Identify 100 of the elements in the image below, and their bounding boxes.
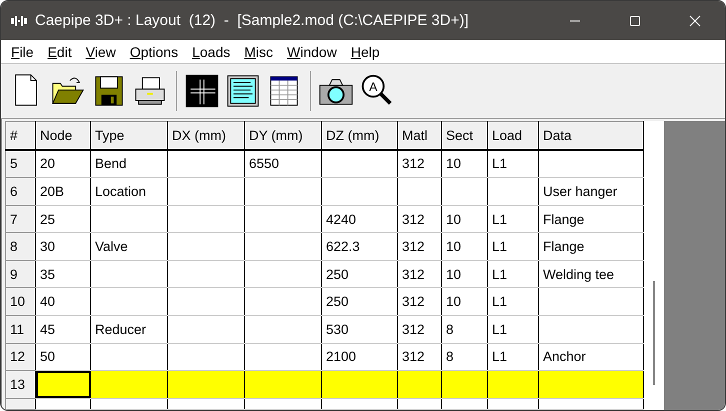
- table-cell[interactable]: [442, 370, 488, 398]
- table-cell[interactable]: 622.3: [322, 232, 398, 260]
- row-header[interactable]: 8: [6, 232, 36, 260]
- table-cell[interactable]: 25: [36, 205, 90, 233]
- table-cell[interactable]: L1: [488, 232, 538, 260]
- table-cell[interactable]: 10: [442, 260, 488, 288]
- active-cell[interactable]: [36, 370, 90, 398]
- column-header[interactable]: DZ (mm): [322, 122, 398, 150]
- table-cell[interactable]: [244, 370, 322, 398]
- table-cell[interactable]: 312: [398, 232, 442, 260]
- table-cell[interactable]: 312: [398, 260, 442, 288]
- table-cell[interactable]: L1: [488, 288, 538, 316]
- table-cell[interactable]: [398, 178, 442, 206]
- table-cell[interactable]: 6550: [244, 150, 322, 178]
- row-header[interactable]: 6: [6, 178, 36, 206]
- crosshair-icon[interactable]: [183, 72, 221, 110]
- menu-item[interactable]: File: [4, 44, 41, 60]
- menu-item[interactable]: Help: [344, 44, 387, 60]
- table-cell[interactable]: L1: [488, 260, 538, 288]
- table-cell[interactable]: [90, 205, 168, 233]
- menu-item[interactable]: Window: [280, 44, 344, 60]
- table-cell[interactable]: Flange: [538, 205, 644, 233]
- table-cell[interactable]: Welding tee: [538, 260, 644, 288]
- table-cell[interactable]: [398, 370, 442, 398]
- table-cell[interactable]: 312: [398, 288, 442, 316]
- table-cell[interactable]: Bend: [90, 150, 168, 178]
- table-cell[interactable]: 312: [398, 315, 442, 344]
- table-cell[interactable]: [322, 370, 398, 398]
- column-header[interactable]: Matl: [398, 122, 442, 150]
- table-cell[interactable]: 10: [442, 288, 488, 316]
- table-cell[interactable]: [168, 232, 244, 260]
- table-cell[interactable]: [168, 205, 244, 233]
- table-cell[interactable]: [168, 315, 244, 344]
- table-cell[interactable]: [168, 178, 244, 206]
- row-header[interactable]: 9: [6, 260, 36, 288]
- row-header[interactable]: 13: [6, 370, 36, 398]
- table-cell[interactable]: [538, 370, 644, 398]
- menu-item[interactable]: View: [78, 44, 123, 60]
- column-header[interactable]: #: [6, 122, 36, 150]
- table-cell[interactable]: 8: [442, 315, 488, 344]
- scroll-thumb[interactable]: [653, 281, 655, 385]
- table-cell[interactable]: [488, 178, 538, 206]
- table-cell[interactable]: 530: [322, 315, 398, 344]
- table-cell[interactable]: Reducer: [90, 315, 168, 344]
- table-cell[interactable]: [488, 370, 538, 398]
- table-cell[interactable]: 20: [36, 150, 90, 178]
- table-cell[interactable]: [244, 288, 322, 316]
- maximize-icon[interactable]: [629, 14, 641, 26]
- table-cell[interactable]: 30: [36, 232, 90, 260]
- menu-item[interactable]: Options: [122, 44, 186, 60]
- table-cell[interactable]: [322, 178, 398, 206]
- table-cell[interactable]: Location: [90, 178, 168, 206]
- table-cell[interactable]: [244, 260, 322, 288]
- table-cell[interactable]: 250: [322, 288, 398, 316]
- table-cell[interactable]: Flange: [538, 232, 644, 260]
- table-cell[interactable]: User hanger: [538, 178, 644, 206]
- table-cell[interactable]: 10: [442, 232, 488, 260]
- close-icon[interactable]: [689, 14, 701, 26]
- table-cell[interactable]: Valve: [90, 232, 168, 260]
- table-cell[interactable]: 250: [322, 260, 398, 288]
- table-cell[interactable]: [538, 150, 644, 178]
- table-cell[interactable]: L1: [488, 315, 538, 344]
- table-cell[interactable]: 20B: [36, 178, 90, 206]
- menu-item[interactable]: Edit: [40, 44, 79, 60]
- table-cell[interactable]: [244, 232, 322, 260]
- table-cell[interactable]: L1: [488, 205, 538, 233]
- row-header[interactable]: 5: [6, 150, 36, 178]
- table-cell[interactable]: [322, 150, 398, 178]
- column-header[interactable]: Data: [538, 122, 644, 150]
- table-cell[interactable]: 35: [36, 260, 90, 288]
- row-header[interactable]: 11: [6, 315, 36, 344]
- table-cell[interactable]: [538, 288, 644, 316]
- column-header[interactable]: DY (mm): [244, 122, 322, 150]
- row-header[interactable]: 7: [6, 205, 36, 233]
- row-header[interactable]: 12: [6, 343, 36, 371]
- table-cell[interactable]: L1: [488, 150, 538, 178]
- table-cell[interactable]: [168, 370, 244, 398]
- table-cell[interactable]: 10: [442, 205, 488, 233]
- table-cell[interactable]: 45: [36, 315, 90, 344]
- column-header[interactable]: Sect: [442, 122, 488, 150]
- table-cell[interactable]: [168, 260, 244, 288]
- table-cell[interactable]: [90, 370, 168, 398]
- column-header[interactable]: DX (mm): [168, 122, 244, 150]
- table-cell[interactable]: 4240: [322, 205, 398, 233]
- row-header[interactable]: 10: [6, 288, 36, 316]
- table-cell[interactable]: 312: [398, 150, 442, 178]
- table-cell[interactable]: [244, 178, 322, 206]
- column-header[interactable]: Type: [90, 122, 168, 150]
- table-cell[interactable]: [538, 315, 644, 344]
- table-cell[interactable]: [244, 205, 322, 233]
- table-cell[interactable]: 40: [36, 288, 90, 316]
- table-cell[interactable]: [90, 288, 168, 316]
- table-cell[interactable]: 312: [398, 205, 442, 233]
- table-cell[interactable]: 10: [442, 150, 488, 178]
- menu-item[interactable]: Misc: [237, 44, 280, 60]
- column-header[interactable]: Node: [36, 122, 90, 150]
- table-cell[interactable]: [168, 150, 244, 178]
- table-cell[interactable]: [168, 288, 244, 316]
- column-header[interactable]: Load: [488, 122, 538, 150]
- table-cell[interactable]: [90, 260, 168, 288]
